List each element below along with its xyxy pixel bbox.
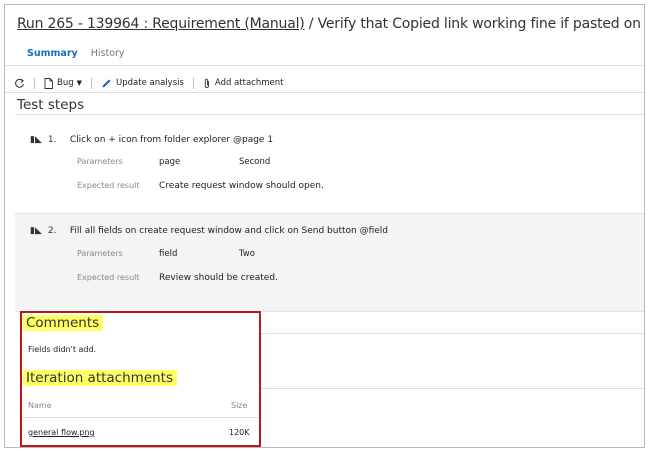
step-number: 2.: [47, 226, 57, 236]
test-result-pane: Run 265 - 139964 : Requirement (Manual) …: [4, 4, 645, 448]
step-header: ▮◣ 1. Click on + icon from folder explor…: [30, 135, 273, 145]
title-separator: :: [139, 16, 153, 32]
callout-highlight-box: [20, 311, 261, 447]
section-divider: [261, 333, 644, 334]
tab-divider: [5, 65, 644, 66]
toolbar-divider: [91, 77, 93, 89]
step-icon: ▮◣: [30, 135, 42, 145]
expected-result: Create request window should open.: [159, 181, 324, 191]
step-header: ▮◣ 2. Fill all fields on create request …: [30, 226, 388, 236]
expected-result-label: Expected result: [77, 181, 140, 190]
chevron-down-icon: ▼: [76, 79, 83, 87]
update-analysis-button[interactable]: Update analysis: [101, 78, 184, 89]
expected-result: Review should be created.: [159, 273, 278, 283]
toolbar-divider: [34, 77, 35, 89]
step-text: Fill all fields on create request window…: [69, 226, 389, 236]
test-case-title: Verify that Copied link working fine if …: [317, 16, 644, 32]
section-divider: [261, 388, 644, 389]
update-analysis-label: Update analysis: [116, 78, 184, 88]
step-text: Click on + icon from folder explorer @pa…: [69, 135, 274, 145]
parameters-label: Parameters: [77, 249, 123, 258]
add-attachment-button[interactable]: Add attachment: [203, 78, 284, 89]
step-number: 1.: [47, 135, 57, 145]
paperclip-icon: [204, 78, 209, 88]
expected-result-label: Expected result: [77, 273, 140, 282]
param-name: field: [159, 249, 178, 259]
toolbar: Bug ▼ Update analysis Add attachment: [14, 76, 283, 90]
toolbar-divider-line: [5, 92, 644, 93]
test-steps-heading: Test steps: [17, 97, 85, 113]
refresh-icon: [15, 78, 24, 88]
param-value: Second: [239, 157, 271, 167]
title-slash: /: [304, 16, 318, 32]
page-title: Run 265 - 139964 : Requirement (Manual) …: [17, 16, 644, 32]
requirement-link[interactable]: Requirement (Manual): [152, 16, 304, 32]
document-icon: [44, 77, 53, 89]
add-attachment-label: Add attachment: [214, 78, 284, 88]
bug-dropdown-button[interactable]: Bug ▼: [44, 77, 83, 89]
tab-bar: Summary History: [27, 48, 135, 59]
test-step-1: ▮◣ 1. Click on + icon from folder explor…: [15, 115, 644, 211]
tab-summary[interactable]: Summary: [27, 48, 78, 59]
run-link[interactable]: Run 265 - 139964: [17, 16, 139, 32]
bug-label: Bug: [57, 78, 74, 88]
parameters-label: Parameters: [77, 157, 123, 166]
test-step-2: ▮◣ 2. Fill all fields on create request …: [15, 213, 644, 312]
refresh-button[interactable]: [14, 78, 25, 89]
tab-history[interactable]: History: [91, 48, 125, 59]
param-value: Two: [239, 249, 255, 259]
step-icon: ▮◣: [30, 226, 42, 236]
param-name: page: [159, 157, 181, 167]
pencil-icon: [102, 79, 111, 87]
toolbar-divider: [192, 77, 194, 89]
